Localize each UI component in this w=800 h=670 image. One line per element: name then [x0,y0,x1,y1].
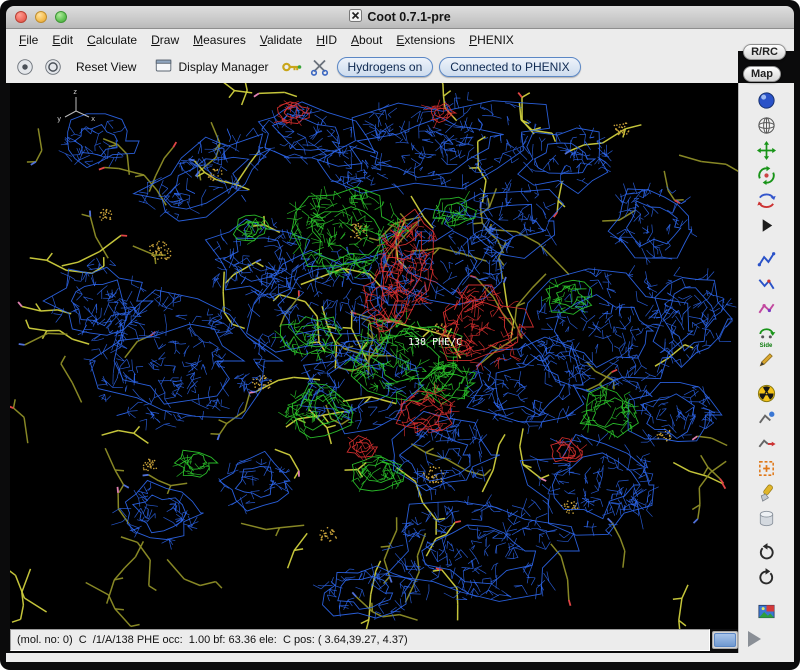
menu-edit[interactable]: Edit [45,30,80,50]
toolbar-overflow-arrow[interactable] [748,631,761,647]
auto-fit-rotamer-icon[interactable] [753,188,779,213]
menu-file[interactable]: File [12,30,45,50]
display-manager-label: Display Manager [178,60,268,74]
display-manager-button[interactable]: Display Manager [148,54,274,81]
target-icon[interactable] [14,56,36,78]
picture-icon[interactable] [753,599,779,624]
redo-icon[interactable] [753,565,779,590]
cylinder-icon[interactable] [753,506,779,531]
chisel-icon[interactable] [753,481,779,506]
menu-about[interactable]: About [344,30,389,50]
key-icon[interactable] [281,56,303,78]
modeling-toolbar: Side [741,88,791,628]
main-toolbar: Reset View Display Manager Hydrogens on … [6,51,738,83]
molecule-viewport[interactable]: z x y 138 PHE/C [10,83,738,629]
wire-globe-icon[interactable] [753,113,779,138]
move-arrows-icon[interactable] [753,138,779,163]
bottom-strip [6,653,794,662]
orbit-icon[interactable] [42,56,64,78]
menu-measures[interactable]: Measures [186,30,253,50]
bond-hydrogen-icon[interactable] [753,406,779,431]
axis-z-label: z [73,88,77,96]
coot-window: Coot 0.7.1-pre File Edit Calculate Draw … [0,0,800,670]
maximize-button[interactable] [55,11,67,23]
rotate-zone-icon[interactable] [753,163,779,188]
rrc-button[interactable]: R/RC [743,44,786,60]
menubar: File Edit Calculate Draw Measures Valida… [6,29,794,51]
map-button[interactable]: Map [743,66,781,82]
bond-zigzag-pink-icon[interactable] [753,297,779,322]
radiation-icon[interactable] [753,381,779,406]
scissors-icon[interactable] [309,56,331,78]
menu-calculate[interactable]: Calculate [80,30,144,50]
phenix-connection-button[interactable]: Connected to PHENIX [439,57,580,77]
side-chain-flip-icon[interactable]: Side [753,322,779,347]
hydrogens-toggle-button[interactable]: Hydrogens on [337,57,434,77]
pencil-bond-icon[interactable] [753,347,779,372]
menu-validate[interactable]: Validate [253,30,310,50]
reset-view-label: Reset View [76,60,136,74]
menu-extensions[interactable]: Extensions [389,30,462,50]
axis-x-label: x [91,115,95,123]
close-button[interactable] [15,11,27,23]
display-manager-icon [154,56,174,79]
residue-label: 138 PHE/C [408,337,462,348]
axis-y-label: y [57,115,61,123]
molecular-scene: z x y 138 PHE/C [10,83,738,629]
x11-icon [349,9,362,25]
bond-zigzag-blue-icon[interactable] [753,247,779,272]
refine-sphere-icon[interactable] [753,88,779,113]
play-triangle-icon[interactable] [753,213,779,238]
horizontal-scrollbar[interactable] [712,631,738,649]
menu-draw[interactable]: Draw [144,30,186,50]
reset-view-button[interactable]: Reset View [70,58,142,76]
window-title-area: Coot 0.7.1-pre [6,6,794,28]
minimize-button[interactable] [35,11,47,23]
window-title: Coot 0.7.1-pre [367,10,450,24]
undo-icon[interactable] [753,540,779,565]
menu-phenix[interactable]: PHENIX [462,30,521,50]
scrollbar-thumb[interactable] [714,633,736,647]
bond-arrow-icon[interactable] [753,431,779,456]
status-text: (mol. no: 0) C /1/A/138 PHE occ: 1.00 bf… [17,634,408,646]
alt-conf-plus-icon[interactable] [753,456,779,481]
bond-zigzag-blue2-icon[interactable] [753,272,779,297]
traffic-lights [15,11,67,23]
status-bar: (mol. no: 0) C /1/A/138 PHE occ: 1.00 bf… [10,629,710,651]
titlebar[interactable]: Coot 0.7.1-pre [6,6,794,29]
menu-hid[interactable]: HID [309,30,344,50]
